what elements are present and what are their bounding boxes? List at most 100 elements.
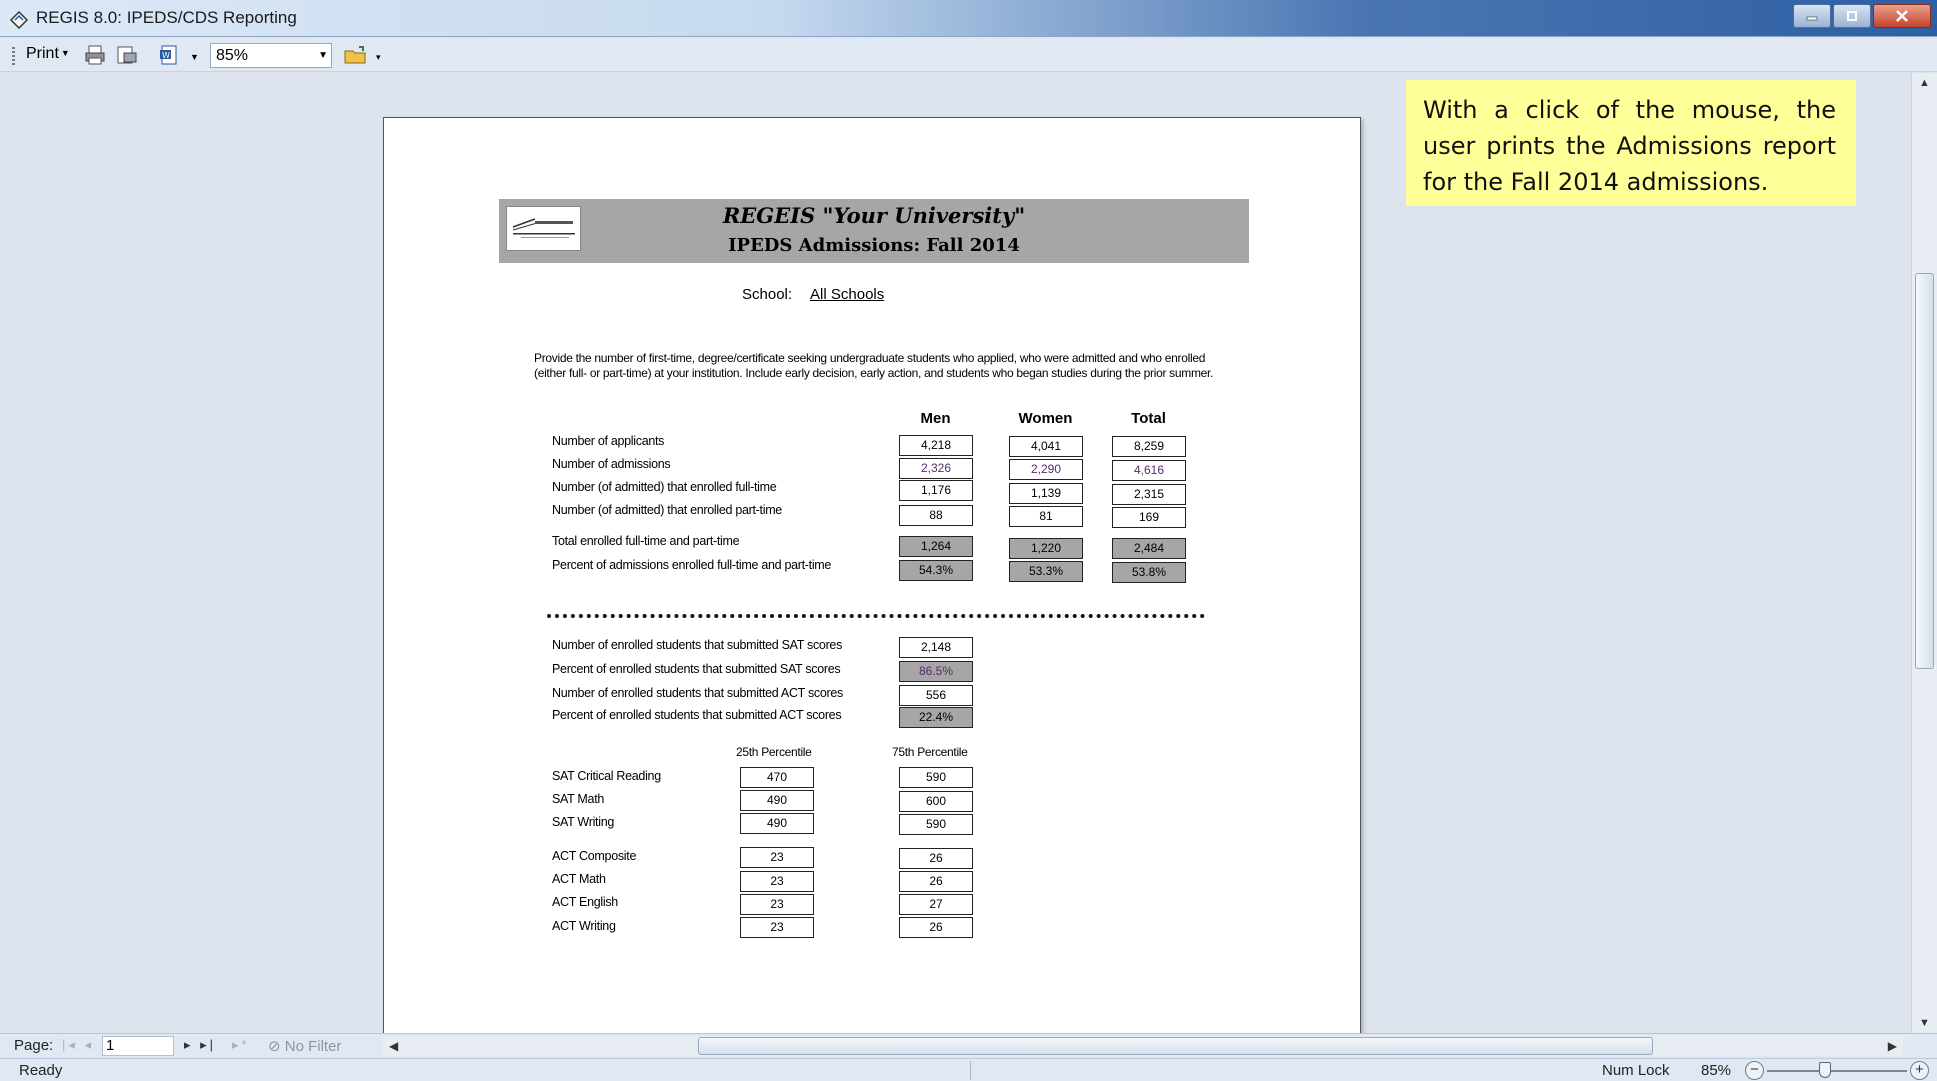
row-label: Number (of admitted) that enrolled part-… — [552, 503, 782, 517]
toolbar-grip[interactable] — [12, 47, 15, 65]
status-text: Ready — [19, 1062, 63, 1079]
row-label: Percent of admissions enrolled full-time… — [552, 558, 832, 572]
row-label: SAT Math — [552, 792, 605, 806]
zoom-slider[interactable] — [1767, 1070, 1907, 1072]
print-icon[interactable] — [84, 45, 106, 65]
value-cell: 27 — [899, 894, 973, 915]
scroll-left-icon[interactable]: ◀ — [389, 1039, 398, 1053]
row-label: Number of enrolled students that submitt… — [552, 638, 843, 652]
horizontal-scrollbar[interactable]: ◀ ▶ — [383, 1036, 1903, 1056]
zoom-select[interactable]: 85% ▼ — [210, 43, 332, 68]
column-header-men: Men — [920, 410, 951, 427]
zoom-out-icon[interactable]: − — [1745, 1061, 1764, 1080]
value-cell: 1,176 — [899, 480, 973, 501]
row-label: Total enrolled full-time and part-time — [552, 534, 740, 548]
value-cell: 53.3% — [1009, 561, 1083, 582]
value-cell: 81 — [1009, 506, 1083, 527]
zoom-slider-thumb[interactable] — [1819, 1062, 1831, 1078]
export-dropdown-icon[interactable]: ▼ — [190, 52, 199, 62]
value-cell: 26 — [899, 917, 973, 938]
print-preview-icon[interactable] — [116, 45, 138, 65]
value-cell: 53.8% — [1112, 562, 1186, 583]
print-label: Print — [26, 45, 59, 62]
restore-icon — [1847, 11, 1857, 21]
row-label: ACT English — [552, 895, 618, 909]
restore-button[interactable] — [1833, 4, 1871, 28]
value-cell: 2,315 — [1112, 484, 1186, 505]
row-label: ACT Composite — [552, 849, 637, 863]
no-filter-button[interactable]: ⊘ No Filter — [268, 1037, 341, 1055]
scroll-up-icon[interactable]: ▲ — [1919, 77, 1930, 89]
value-cell: 470 — [740, 767, 814, 788]
column-header-women: Women — [1018, 410, 1073, 427]
next-page-icon[interactable]: ▸ ▸| — [184, 1037, 216, 1053]
row-label: Number of admissions — [552, 457, 671, 471]
status-bar: Ready Num Lock 85% − + — [0, 1058, 1937, 1081]
app-icon — [9, 10, 29, 30]
status-divider — [970, 1061, 971, 1080]
section-divider — [547, 614, 1205, 618]
value-cell: 22.4% — [899, 707, 973, 728]
value-cell: 23 — [740, 894, 814, 915]
value-cell: 4,041 — [1009, 436, 1083, 457]
value-cell: 23 — [740, 871, 814, 892]
print-preview-toolbar: Print ▼ W ▼ 85% ▼ ▾ — [0, 38, 1937, 72]
row-label: SAT Writing — [552, 815, 614, 829]
chevron-down-icon: ▼ — [318, 50, 328, 61]
report-page: REGEIS "Your University" IPEDS Admission… — [383, 117, 1361, 1033]
annotation-callout: With a click of the mouse, the user prin… — [1406, 80, 1856, 206]
value-cell: 2,290 — [1009, 459, 1083, 480]
new-record-icon[interactable]: ▸* — [232, 1037, 250, 1053]
open-folder-icon[interactable] — [343, 45, 369, 65]
row-label: ACT Math — [552, 872, 606, 886]
school-filter: School: All Schools — [742, 286, 884, 303]
minimize-icon — [1806, 16, 1818, 21]
filter-label: No Filter — [284, 1038, 342, 1055]
scroll-right-icon[interactable]: ▶ — [1888, 1039, 1897, 1053]
value-cell: 4,218 — [899, 435, 973, 456]
first-page-icon[interactable]: |◂ ◂ — [62, 1037, 94, 1053]
export-word-icon[interactable]: W — [158, 45, 180, 65]
row-label: ACT Writing — [552, 919, 616, 933]
value-cell: 490 — [740, 790, 814, 811]
report-title: REGEIS "Your University" — [722, 203, 1026, 228]
value-cell: 26 — [899, 848, 973, 869]
value-cell: 600 — [899, 791, 973, 812]
value-cell: 2,326 — [899, 458, 973, 479]
value-cell: 1,264 — [899, 536, 973, 557]
horizontal-scroll-thumb[interactable] — [698, 1037, 1653, 1055]
column-header-total: Total — [1131, 410, 1166, 427]
value-cell: 26 — [899, 871, 973, 892]
title-bar: REGIS 8.0: IPEDS/CDS Reporting — [0, 0, 1937, 37]
page-label: Page: — [14, 1037, 54, 1054]
value-cell: 23 — [740, 847, 814, 868]
percentile-header-75: 75th Percentile — [892, 745, 968, 759]
value-cell: 590 — [899, 814, 973, 835]
page-number-input[interactable]: 1 — [102, 1036, 174, 1056]
svg-text:W: W — [162, 51, 170, 60]
print-menu-button[interactable]: Print ▼ — [26, 45, 70, 63]
zoom-in-icon[interactable]: + — [1910, 1061, 1929, 1080]
row-label: Number of applicants — [552, 434, 665, 448]
value-cell: 1,139 — [1009, 483, 1083, 504]
close-button[interactable] — [1873, 4, 1931, 28]
vertical-scrollbar[interactable]: ▲ ▼ — [1911, 73, 1937, 1033]
vertical-scroll-thumb[interactable] — [1915, 273, 1934, 669]
school-value: All Schools — [810, 286, 885, 303]
row-label: Percent of enrolled students that submit… — [552, 662, 841, 676]
zoom-level: 85% — [1701, 1062, 1732, 1079]
chevron-down-icon: ▼ — [60, 48, 70, 58]
num-lock-indicator: Num Lock — [1602, 1062, 1670, 1079]
minimize-button[interactable] — [1793, 4, 1831, 28]
row-label: Number of enrolled students that submitt… — [552, 686, 843, 700]
value-cell: 88 — [899, 505, 973, 526]
percentile-header-25: 25th Percentile — [736, 745, 812, 759]
close-icon — [1896, 10, 1908, 22]
value-cell: 590 — [899, 767, 973, 788]
report-subtitle: IPEDS Admissions: Fall 2014 — [728, 235, 1020, 256]
row-label: SAT Critical Reading — [552, 769, 661, 783]
value-cell: 556 — [899, 685, 973, 706]
row-label: Number (of admitted) that enrolled full-… — [552, 480, 777, 494]
toolbar-overflow-icon[interactable]: ▾ — [376, 52, 381, 63]
scroll-down-icon[interactable]: ▼ — [1919, 1017, 1930, 1029]
